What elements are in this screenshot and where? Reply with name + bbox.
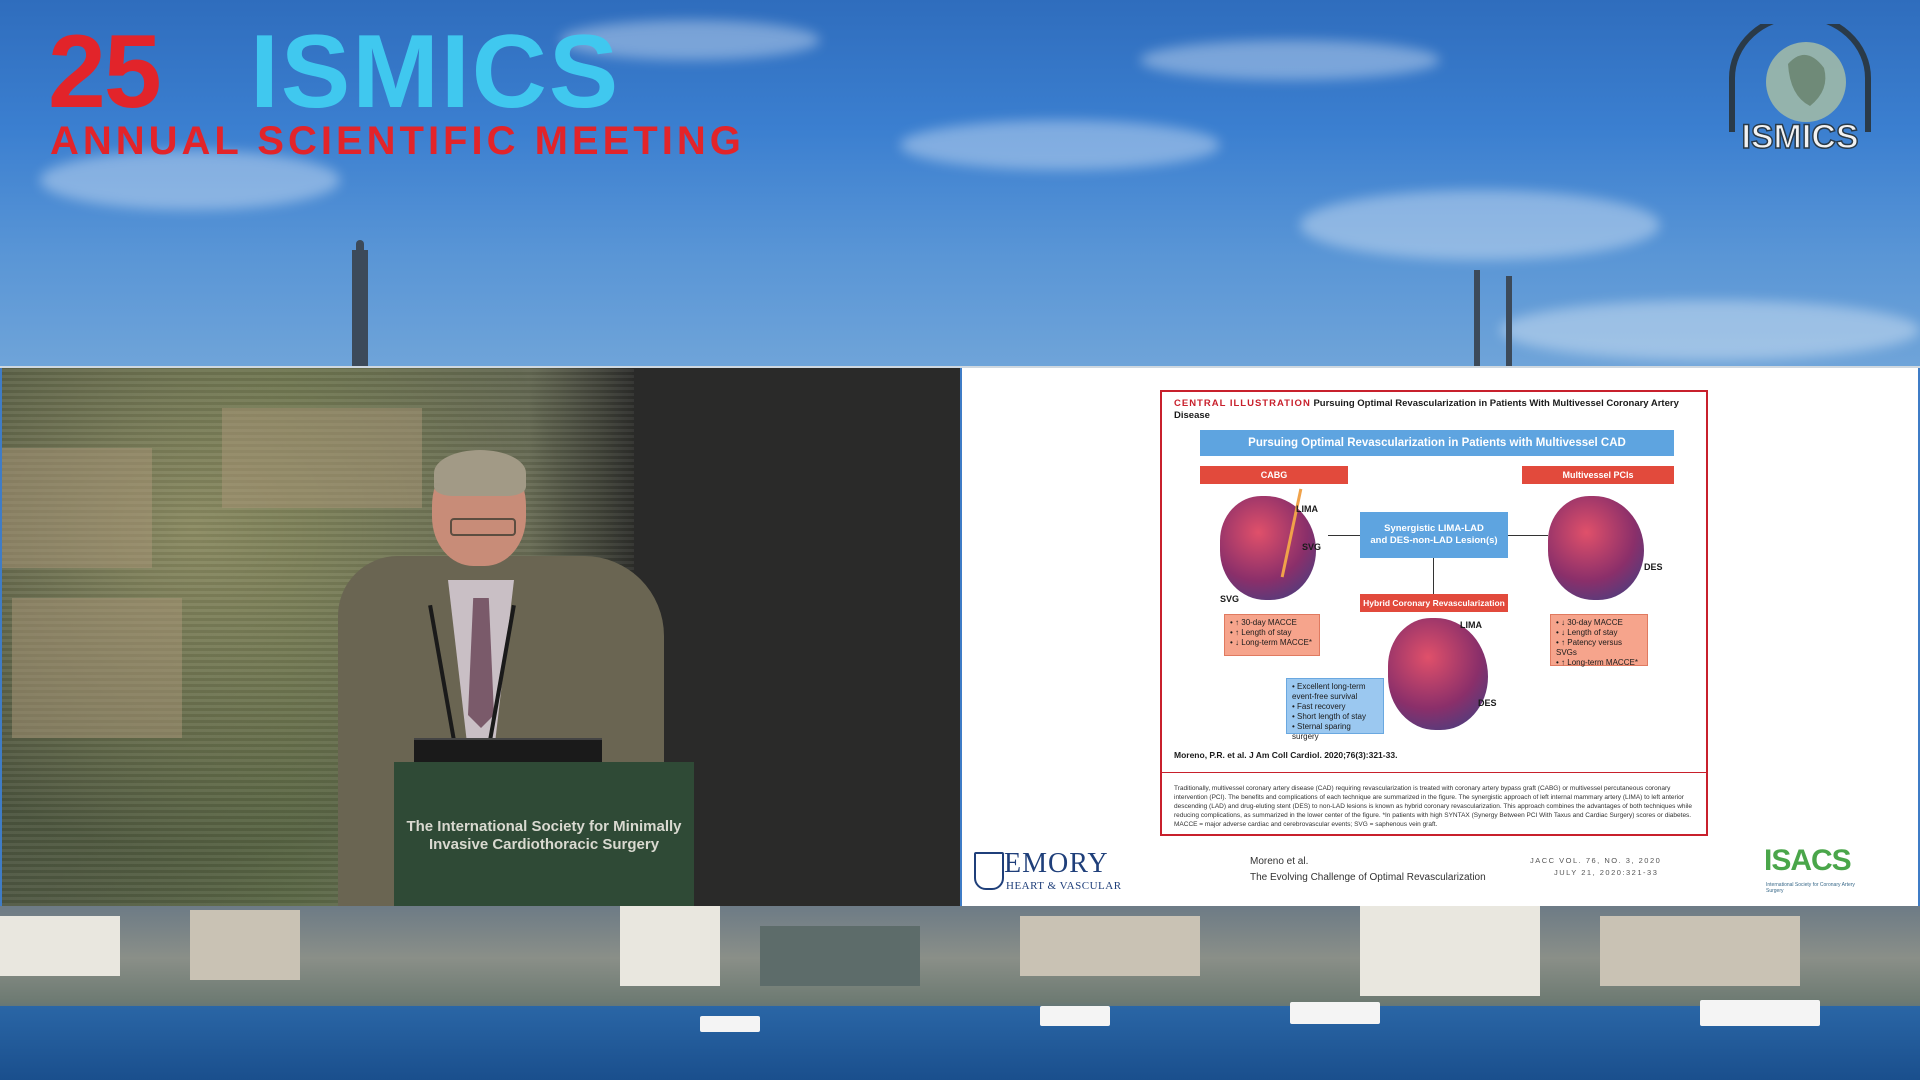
ci-citation: Moreno, P.R. et al. J Am Coll Cardiol. 2… bbox=[1174, 750, 1398, 760]
podium-label: The International Society for Minimally … bbox=[406, 818, 682, 853]
city-background bbox=[0, 906, 1920, 1080]
meeting-subtitle: ANNUAL SCIENTIFIC MEETING bbox=[50, 119, 745, 163]
arrow-right-to-center bbox=[1508, 535, 1548, 536]
pci-note: • ↓ Length of stay bbox=[1556, 628, 1618, 637]
reference-title: The Evolving Challenge of Optimal Revasc… bbox=[1250, 872, 1486, 883]
ci-divider bbox=[1162, 772, 1706, 773]
emory-name: EMORY bbox=[1004, 848, 1109, 879]
lima-label-left: LIMA bbox=[1296, 504, 1318, 514]
ci-banner: Pursuing Optimal Revascularization in Pa… bbox=[1200, 430, 1674, 456]
pci-heart-image bbox=[1548, 496, 1644, 600]
pci-notes: • ↓ 30-day MACCE • ↓ Length of stay • ↑ … bbox=[1550, 614, 1648, 667]
meeting-number: 25 bbox=[48, 14, 162, 130]
cabg-header: CABG bbox=[1200, 466, 1348, 484]
building bbox=[1360, 906, 1540, 996]
arrow-left-to-center bbox=[1328, 535, 1360, 536]
pci-note: • ↑ Patency versus SVGs bbox=[1556, 638, 1622, 657]
hybrid-note: • Excellent long-term bbox=[1292, 682, 1366, 691]
building bbox=[1600, 916, 1800, 986]
pci-header: Multivessel PCIs bbox=[1522, 466, 1674, 484]
ferry bbox=[1290, 1002, 1380, 1024]
synergistic-line1: Synergistic LIMA-LAD bbox=[1384, 523, 1484, 534]
cabg-note: • ↓ Long-term MACCE* bbox=[1230, 638, 1312, 647]
cloud bbox=[900, 120, 1220, 170]
hybrid-notes: • Excellent long-term event-free surviva… bbox=[1286, 678, 1384, 741]
hybrid-note: • Sternal sparing surgery bbox=[1292, 722, 1351, 741]
cabg-notes: • ↑ 30-day MACCE • ↑ Length of stay • ↓ … bbox=[1224, 614, 1320, 656]
ferry bbox=[1700, 1000, 1820, 1026]
speaker-hair bbox=[434, 450, 526, 496]
des-label-right: DES bbox=[1644, 562, 1663, 572]
journal-line1: JACC VOL. 76, NO. 3, 2020 bbox=[1530, 856, 1662, 865]
hybrid-heart-image bbox=[1388, 618, 1488, 730]
cloud bbox=[1300, 190, 1660, 260]
lima-label-center: LIMA bbox=[1460, 620, 1482, 630]
ismics-logo: ISMICS bbox=[1729, 24, 1871, 157]
cloud bbox=[1140, 40, 1440, 80]
emory-subtitle: HEART & VASCULAR bbox=[1006, 880, 1122, 892]
cloud bbox=[1500, 300, 1920, 360]
building bbox=[1020, 916, 1200, 976]
speaker-glasses bbox=[450, 518, 516, 536]
des-label-center: DES bbox=[1478, 698, 1497, 708]
building bbox=[0, 916, 120, 976]
hybrid-header: Hybrid Coronary Revascularization bbox=[1360, 594, 1508, 612]
svg-label-left: SVG bbox=[1302, 542, 1322, 552]
isacs-subtitle: International Society for Coronary Arter… bbox=[1766, 882, 1855, 894]
arrow-down-to-hybrid bbox=[1433, 558, 1434, 594]
building bbox=[620, 906, 720, 986]
cabg-note: • ↑ Length of stay bbox=[1230, 628, 1292, 637]
bosphorus-water bbox=[0, 1006, 1920, 1080]
pci-note: • ↓ 30-day MACCE bbox=[1556, 618, 1623, 627]
backdrop-building bbox=[12, 598, 182, 738]
ferry bbox=[700, 1016, 760, 1032]
pci-note: • ↑ Long-term MACCE* bbox=[1556, 658, 1638, 667]
logo-text: ISMICS bbox=[1741, 118, 1858, 156]
ci-label: CENTRAL ILLUSTRATION bbox=[1174, 398, 1311, 409]
ferry bbox=[1040, 1006, 1110, 1026]
cabg-note: • ↑ 30-day MACCE bbox=[1230, 618, 1297, 627]
ci-caption: Traditionally, multivessel coronary arte… bbox=[1174, 785, 1693, 828]
presentation-slide: CENTRAL ILLUSTRATION Pursuing Optimal Re… bbox=[962, 368, 1918, 906]
speaker-video: The International Society for Minimally … bbox=[2, 368, 960, 906]
backdrop-building bbox=[2, 448, 152, 568]
minaret bbox=[1506, 276, 1512, 368]
minaret bbox=[1474, 270, 1480, 368]
backdrop-building bbox=[222, 408, 422, 508]
journal-line2: JULY 21, 2020:321-33 bbox=[1554, 868, 1659, 877]
building bbox=[190, 910, 300, 980]
synergistic-box: Synergistic LIMA-LAD and DES-non-LAD Les… bbox=[1360, 512, 1508, 558]
isacs-logo: ISACS bbox=[1764, 844, 1852, 877]
brand-title: ISMICS bbox=[250, 14, 621, 130]
galata-tower bbox=[352, 250, 368, 368]
central-illustration: CENTRAL ILLUSTRATION Pursuing Optimal Re… bbox=[1160, 390, 1708, 836]
hybrid-note: event-free survival bbox=[1292, 692, 1358, 701]
building bbox=[760, 926, 920, 986]
synergistic-line2: and DES-non-LAD Lesion(s) bbox=[1370, 535, 1498, 546]
hybrid-note: • Short length of stay bbox=[1292, 712, 1366, 721]
ci-heading: CENTRAL ILLUSTRATION Pursuing Optimal Re… bbox=[1174, 398, 1694, 422]
hybrid-note: • Fast recovery bbox=[1292, 702, 1346, 711]
tower-spire bbox=[356, 240, 364, 254]
reference-author: Moreno et al. bbox=[1250, 856, 1309, 867]
svg-label-bottom: SVG bbox=[1220, 594, 1240, 604]
emory-shield-icon bbox=[974, 852, 1004, 890]
